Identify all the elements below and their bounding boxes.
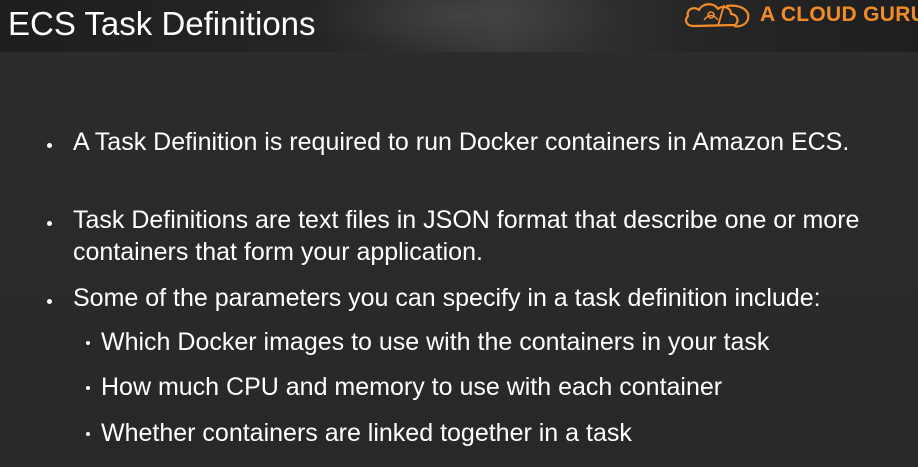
sub-bullet-item: How much CPU and memory to use with each… <box>86 371 901 403</box>
logo-text: A CLOUD GURU <box>760 3 918 26</box>
bullet-item: Some of the parameters you can specify i… <box>47 282 903 314</box>
sub-bullet-item: Whether containers are linked together i… <box>86 417 901 449</box>
sub-bullet-text: Whether containers are linked together i… <box>101 419 632 447</box>
bullet-item: A Task Definition is required to run Doc… <box>47 126 903 158</box>
slide: ECS Task Definitions A CLOUD GURU A Task… <box>0 0 918 467</box>
bullet-dot <box>47 299 52 304</box>
sub-bullet-dot <box>86 432 90 436</box>
sub-bullet-dot <box>86 386 90 390</box>
sub-bullet-dot <box>86 341 90 345</box>
brand-logo: A CLOUD GURU <box>682 0 918 30</box>
sub-bullet-text: How much CPU and memory to use with each… <box>101 373 723 401</box>
sub-bullet-text: Which Docker images to use with the cont… <box>101 328 770 356</box>
bullet-item: Task Definitions are text files in JSON … <box>47 204 903 268</box>
cloud-icon <box>684 3 750 28</box>
bullet-dot <box>47 143 52 148</box>
bullet-dot <box>47 221 52 226</box>
slide-title: ECS Task Definitions <box>8 5 316 42</box>
bullet-text: Some of the parameters you can specify i… <box>73 284 821 312</box>
bullet-text: A Task Definition is required to run Doc… <box>73 128 850 156</box>
sub-bullet-item: Which Docker images to use with the cont… <box>86 326 901 358</box>
bullet-text: Task Definitions are text files in JSON … <box>73 206 860 266</box>
